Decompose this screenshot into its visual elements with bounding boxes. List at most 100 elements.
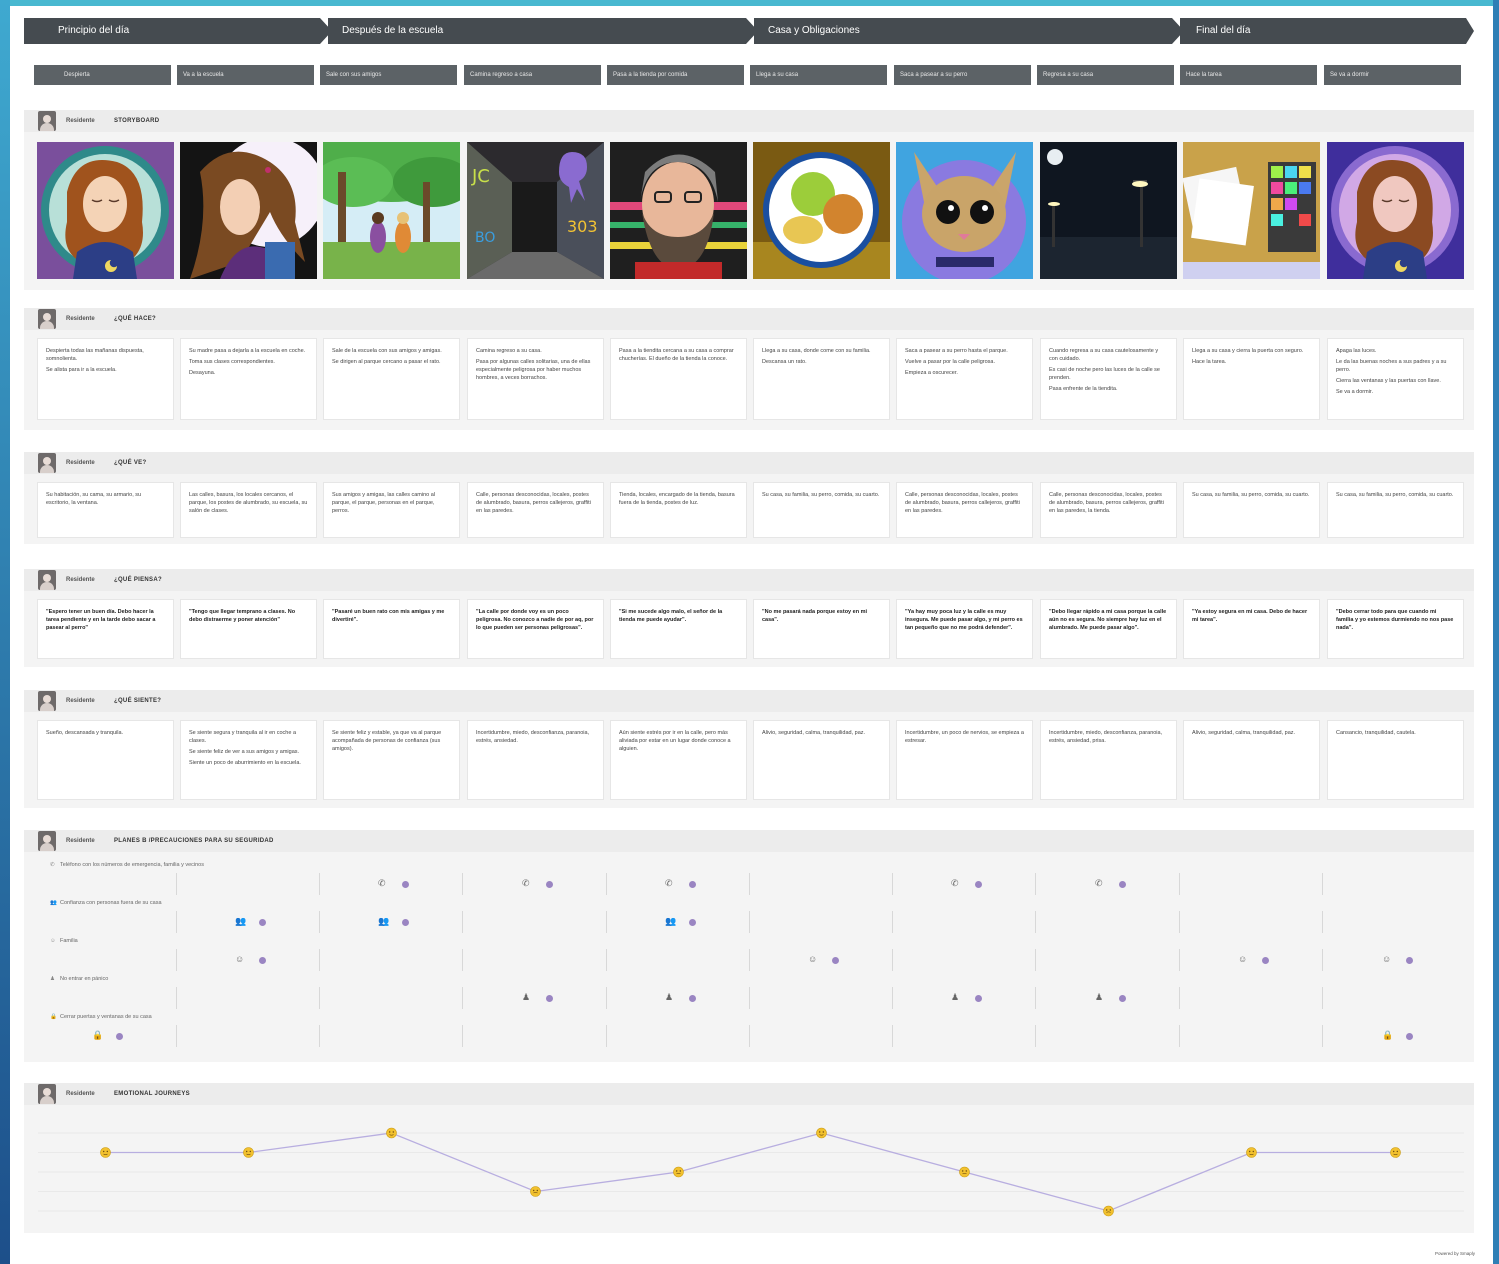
- emotion-point-icon[interactable]: [100, 1147, 111, 1158]
- plan-cell[interactable]: [1324, 911, 1467, 933]
- plan-cell[interactable]: [177, 873, 320, 895]
- step-sale-amigos[interactable]: Sale con sus amigos: [320, 65, 457, 85]
- plan-cell[interactable]: [1324, 873, 1467, 895]
- text-card[interactable]: "No me pasará nada porque estoy en mi ca…: [753, 599, 890, 659]
- step-pasa-tienda[interactable]: Pasa a la tienda por comida: [607, 65, 744, 85]
- text-card[interactable]: Se siente feliz y estable, ya que va al …: [323, 720, 460, 800]
- emotion-point-icon[interactable]: [959, 1166, 970, 1178]
- plan-cell[interactable]: [464, 1025, 607, 1047]
- text-card[interactable]: Incertidumbre, un poco de nervios, se em…: [896, 720, 1033, 800]
- plan-cell[interactable]: [464, 911, 607, 933]
- plan-cell[interactable]: ☺: [1324, 949, 1467, 971]
- plan-cell[interactable]: ♟: [893, 987, 1036, 1009]
- emotion-point-icon[interactable]: [386, 1127, 397, 1139]
- plan-cell[interactable]: [750, 987, 893, 1009]
- step-camina-casa[interactable]: Camina regreso a casa: [464, 65, 601, 85]
- text-card[interactable]: Llega a su casa, donde come con su famil…: [753, 338, 890, 420]
- plan-cell[interactable]: [750, 911, 893, 933]
- plan-cell[interactable]: [34, 987, 177, 1009]
- text-card[interactable]: Aún siente estrés por ir en la calle, pe…: [610, 720, 747, 800]
- plan-marker-dot[interactable]: [689, 995, 696, 1002]
- plan-marker-dot[interactable]: [259, 957, 266, 964]
- text-card[interactable]: Las calles, basura, los locales cercanos…: [180, 482, 317, 538]
- plan-cell[interactable]: [1180, 1025, 1323, 1047]
- text-card[interactable]: Alivio, seguridad, calma, tranquilidad, …: [1183, 720, 1320, 800]
- text-card[interactable]: Camina regreso a su casa. Pasa por alguna…: [467, 338, 604, 420]
- step-saca-perro[interactable]: Saca a pasear a su perro: [894, 65, 1031, 85]
- text-card[interactable]: Llega a su casa y cierra la puerta con s…: [1183, 338, 1320, 420]
- plan-cell[interactable]: [1180, 873, 1323, 895]
- text-card[interactable]: Cansancio, tranquilidad, cautela.: [1327, 720, 1464, 800]
- plan-marker-dot[interactable]: [689, 881, 696, 888]
- plan-marker-dot[interactable]: [1406, 957, 1413, 964]
- text-card[interactable]: "Debo cerrar todo para que cuando mi fam…: [1327, 599, 1464, 659]
- plan-cell[interactable]: [607, 1025, 750, 1047]
- plan-marker-dot[interactable]: [1406, 1033, 1413, 1040]
- plan-cell[interactable]: [177, 1025, 320, 1047]
- plan-marker-dot[interactable]: [546, 881, 553, 888]
- text-card[interactable]: Sus amigos y amigas, las calles camino a…: [323, 482, 460, 538]
- plan-marker-dot[interactable]: [1119, 995, 1126, 1002]
- step-dormir[interactable]: Se va a dormir: [1324, 65, 1461, 85]
- plan-cell[interactable]: ☺: [177, 949, 320, 971]
- text-card[interactable]: "Ya hay muy poca luz y la calle es muy i…: [896, 599, 1033, 659]
- plan-cell[interactable]: ☺: [750, 949, 893, 971]
- plan-cell[interactable]: [1324, 987, 1467, 1009]
- text-card[interactable]: Calle, personas desconocidas, locales, p…: [896, 482, 1033, 538]
- text-card[interactable]: Su casa, su familia, su perro, comida, s…: [1327, 482, 1464, 538]
- text-card[interactable]: Saca a pasear a su perro hasta el parque…: [896, 338, 1033, 420]
- plan-marker-dot[interactable]: [402, 919, 409, 926]
- phase-casa-obligaciones[interactable]: Casa y Obligaciones: [754, 18, 1184, 44]
- text-card[interactable]: Su madre pasa a dejarla a la escuela en …: [180, 338, 317, 420]
- plan-cell[interactable]: ✆: [1037, 873, 1180, 895]
- plan-cell[interactable]: ✆: [893, 873, 1036, 895]
- step-regresa-casa[interactable]: Regresa a su casa: [1037, 65, 1174, 85]
- text-card[interactable]: Incertidumbre, miedo, desconfianza, para…: [467, 720, 604, 800]
- plan-cell[interactable]: ✆: [464, 873, 607, 895]
- plan-cell[interactable]: [34, 873, 177, 895]
- plan-marker-dot[interactable]: [116, 1033, 123, 1040]
- text-card[interactable]: Apaga las luces. Le da las buenas noches …: [1327, 338, 1464, 420]
- plan-cell[interactable]: 👥: [320, 911, 463, 933]
- plan-cell[interactable]: ♟: [464, 987, 607, 1009]
- text-card[interactable]: Tienda, locales, encargado de la tienda,…: [610, 482, 747, 538]
- plan-cell[interactable]: [464, 949, 607, 971]
- text-card[interactable]: Pasa a la tiendita cercana a su casa a c…: [610, 338, 747, 420]
- emotion-point-icon[interactable]: [530, 1186, 541, 1197]
- text-card[interactable]: Se siente segura y tranquila al ir en co…: [180, 720, 317, 800]
- text-card[interactable]: Calle, personas desconocidas, locales, p…: [1040, 482, 1177, 538]
- text-card[interactable]: "Pasaré un buen rato con mis amigas y me…: [323, 599, 460, 659]
- plan-cell[interactable]: 🔒: [34, 1025, 177, 1047]
- text-card[interactable]: "La calle por donde voy es un poco pelig…: [467, 599, 604, 659]
- emotion-point-icon[interactable]: [1246, 1147, 1257, 1158]
- emotion-point-icon[interactable]: [1103, 1205, 1114, 1217]
- plan-cell[interactable]: [1180, 911, 1323, 933]
- text-card[interactable]: Despierta todas las mañanas dispuesta, s…: [37, 338, 174, 420]
- plan-marker-dot[interactable]: [689, 919, 696, 926]
- text-card[interactable]: "Tengo que llegar temprano a clases. No …: [180, 599, 317, 659]
- text-card[interactable]: Su casa, su familia, su perro, comida, s…: [1183, 482, 1320, 538]
- plan-cell[interactable]: ☺: [1180, 949, 1323, 971]
- plan-cell[interactable]: [177, 987, 320, 1009]
- plan-cell[interactable]: [1037, 911, 1180, 933]
- phase-despues-escuela[interactable]: Después de la escuela: [328, 18, 758, 44]
- plan-marker-dot[interactable]: [259, 919, 266, 926]
- plan-cell[interactable]: ♟: [1037, 987, 1180, 1009]
- text-card[interactable]: Alivio, seguridad, calma, tranquilidad, …: [753, 720, 890, 800]
- plan-cell[interactable]: 👥: [177, 911, 320, 933]
- plan-cell[interactable]: [893, 911, 1036, 933]
- text-card[interactable]: "Debo llegar rápido a mi casa porque la …: [1040, 599, 1177, 659]
- plan-cell[interactable]: ✆: [320, 873, 463, 895]
- emotion-point-icon[interactable]: [673, 1166, 684, 1178]
- text-card[interactable]: "Ya estoy segura en mi casa. Debo de hac…: [1183, 599, 1320, 659]
- text-card[interactable]: Incertidumbre, miedo, desconfianza, para…: [1040, 720, 1177, 800]
- plan-cell[interactable]: [1037, 949, 1180, 971]
- plan-marker-dot[interactable]: [975, 995, 982, 1002]
- text-card[interactable]: Sueño, descansada y tranquila.: [37, 720, 174, 800]
- plan-marker-dot[interactable]: [546, 995, 553, 1002]
- plan-cell[interactable]: 🔒: [1324, 1025, 1467, 1047]
- plan-cell[interactable]: 👥: [607, 911, 750, 933]
- text-card[interactable]: Su casa, su familia, su perro, comida, s…: [753, 482, 890, 538]
- plan-marker-dot[interactable]: [1119, 881, 1126, 888]
- plan-marker-dot[interactable]: [1262, 957, 1269, 964]
